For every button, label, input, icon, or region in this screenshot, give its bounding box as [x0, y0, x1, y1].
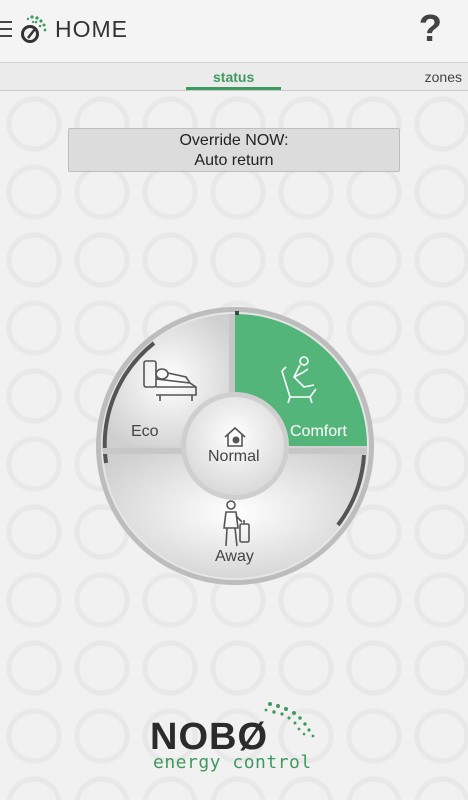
- app-logo-icon: [21, 15, 47, 43]
- app-header: HOME ?: [0, 0, 468, 63]
- override-subtitle: Auto return: [194, 152, 274, 169]
- tab-status[interactable]: status: [213, 69, 254, 85]
- normal-mode-button[interactable]: [190, 400, 282, 492]
- nobo-tagline: energy control: [153, 752, 312, 773]
- help-button[interactable]: ?: [419, 8, 442, 51]
- override-button[interactable]: Override NOW: Auto return: [68, 128, 400, 172]
- override-title: Override NOW:: [179, 132, 289, 149]
- tab-zones[interactable]: zones: [425, 69, 462, 85]
- nobo-logo: NOBØ energy control: [150, 700, 320, 780]
- away-mode-button[interactable]: [108, 495, 362, 575]
- tab-bar: status zones: [0, 63, 468, 91]
- tab-status-indicator: [186, 87, 281, 90]
- page-title: HOME: [55, 16, 128, 42]
- menu-icon[interactable]: [0, 21, 14, 41]
- dots-graphic-icon: [264, 702, 315, 738]
